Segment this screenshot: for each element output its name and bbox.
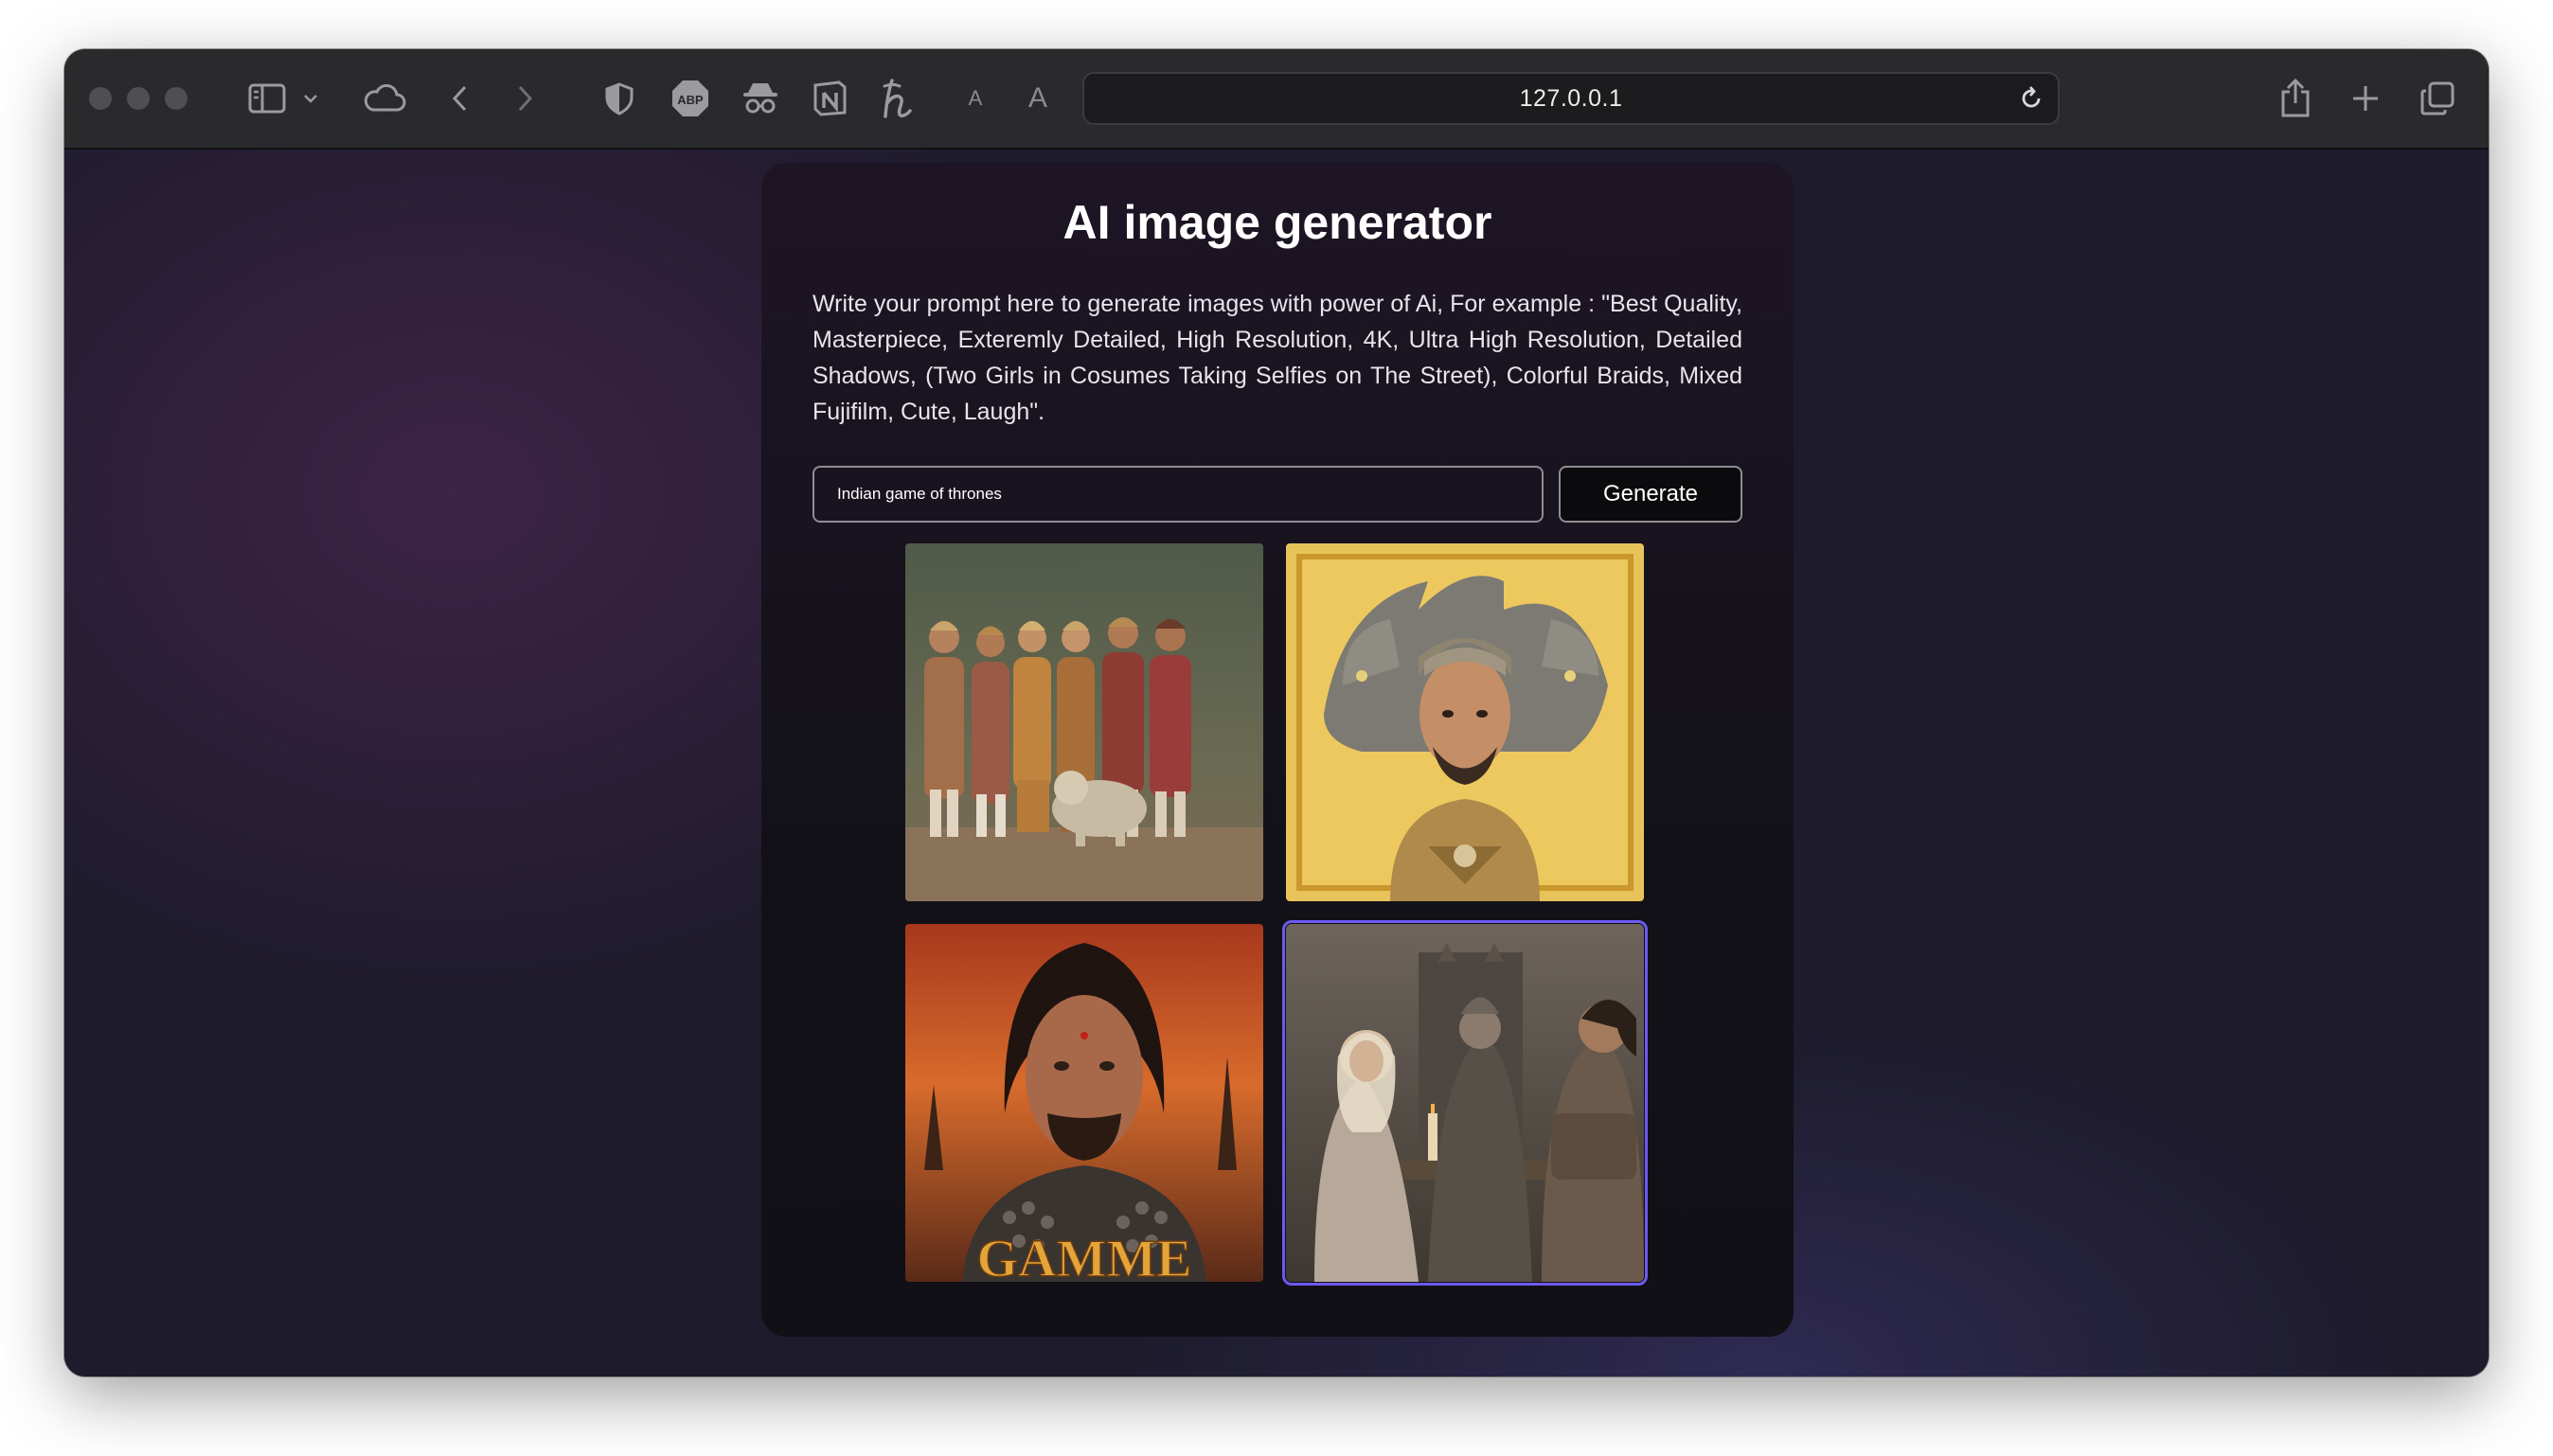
shield-icon[interactable] bbox=[600, 76, 638, 121]
h-icon[interactable] bbox=[877, 76, 919, 121]
url-text: 127.0.0.1 bbox=[1519, 84, 1623, 112]
poster-caption: GAMME bbox=[976, 1230, 1191, 1282]
sidebar-icon[interactable] bbox=[246, 76, 288, 121]
generator-card: AI image generator Write your prompt her… bbox=[761, 163, 1794, 1337]
close-window-button[interactable] bbox=[89, 87, 112, 110]
share-icon[interactable] bbox=[2276, 76, 2314, 121]
font-large-icon[interactable]: A bbox=[1021, 76, 1055, 121]
page-title: AI image generator bbox=[1062, 196, 1492, 249]
spy-icon[interactable] bbox=[739, 76, 782, 121]
address-bar[interactable]: 127.0.0.1 bbox=[1082, 72, 2060, 125]
minimize-window-button[interactable] bbox=[127, 87, 150, 110]
new-tab-icon[interactable] bbox=[2347, 76, 2384, 121]
font-small-label: A bbox=[968, 86, 983, 110]
page-content: AI image generator Write your prompt her… bbox=[64, 150, 2489, 1376]
prompt-instructions: Write your prompt here to generate image… bbox=[812, 291, 1742, 425]
generated-image-4[interactable] bbox=[1282, 920, 1648, 1286]
zoom-window-button[interactable] bbox=[165, 87, 187, 110]
back-icon[interactable] bbox=[443, 76, 477, 121]
forward-icon[interactable] bbox=[508, 76, 542, 121]
font-large-label: A bbox=[1027, 82, 1047, 114]
font-small-icon[interactable]: A bbox=[962, 76, 989, 121]
adblock-icon[interactable]: ABP bbox=[669, 76, 712, 121]
tab-overview-icon[interactable] bbox=[2417, 76, 2458, 121]
cloud-icon[interactable] bbox=[362, 76, 407, 121]
reload-icon[interactable] bbox=[2018, 85, 2044, 116]
chevron-down-icon[interactable] bbox=[299, 76, 322, 121]
prompt-input[interactable] bbox=[812, 466, 1544, 523]
notion-icon[interactable] bbox=[809, 76, 850, 121]
browser-window: ABP A A 127.0.0.1 AI image generator Wri… bbox=[64, 49, 2489, 1376]
adblock-label: ABP bbox=[677, 93, 704, 107]
browser-toolbar: ABP A A 127.0.0.1 bbox=[64, 49, 2489, 150]
generated-image-3[interactable]: GAMME bbox=[905, 924, 1263, 1282]
generated-image-1[interactable] bbox=[905, 543, 1263, 901]
generated-image-2[interactable] bbox=[1286, 543, 1644, 901]
generate-button[interactable]: Generate bbox=[1559, 466, 1742, 523]
